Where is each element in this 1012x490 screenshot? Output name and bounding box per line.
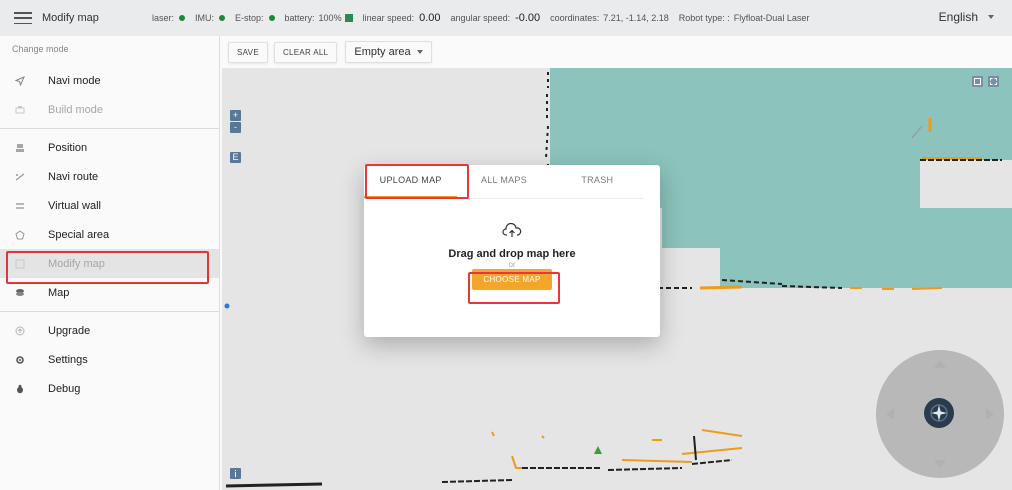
laser-status: laser: xyxy=(152,13,186,23)
estop-status: E-stop: xyxy=(235,13,275,23)
robot-type-value: Flyfloat-Dual Laser xyxy=(733,13,810,23)
battery-label: battery: xyxy=(284,13,315,23)
linear-speed-status: linear speed: 0.00 xyxy=(363,12,441,24)
imu-ok-indicator xyxy=(219,15,226,21)
sidebar-item-virtual-wall[interactable]: Virtual wall xyxy=(0,191,219,220)
language-value: English xyxy=(938,10,978,24)
tab-all-maps[interactable]: ALL MAPS xyxy=(457,165,550,198)
joystick-knob[interactable] xyxy=(924,398,954,428)
status-bar: laser: IMU: E-stop: battery: 100% linear… xyxy=(152,12,819,24)
battery-status: battery: 100% xyxy=(285,13,353,23)
sidebar-item-label: Special area xyxy=(48,228,110,241)
drop-zone[interactable]: Drag and drop map here or CHOOSE MAP xyxy=(364,199,660,337)
sidebar-item-position[interactable]: Position xyxy=(0,133,219,162)
edit-map-icon xyxy=(14,258,26,270)
sidebar-item-navi-route[interactable]: Navi route xyxy=(0,162,219,191)
sidebar-item-label: Settings xyxy=(48,353,88,366)
settings-icon xyxy=(14,354,26,366)
linear-speed-label: linear speed: xyxy=(362,13,415,23)
sidebar-item-modify-map[interactable]: Modify map xyxy=(0,249,219,278)
sidebar-item-label: Virtual wall xyxy=(48,199,101,212)
hamburger-menu-icon[interactable] xyxy=(14,11,32,25)
sidebar-item-settings[interactable]: Settings xyxy=(0,345,219,374)
sidebar-item-map[interactable]: Map xyxy=(0,278,219,307)
layers-icon[interactable] xyxy=(972,76,983,87)
save-button[interactable]: SAVE xyxy=(228,41,268,63)
clear-all-button[interactable]: CLEAR ALL xyxy=(273,41,338,63)
area-type-value: Empty area xyxy=(354,46,411,58)
battery-icon xyxy=(344,14,353,22)
chevron-down-icon xyxy=(988,15,994,19)
position-icon xyxy=(14,142,26,154)
sidebar-item-navi-mode[interactable]: Navi mode xyxy=(0,66,219,95)
laser-ok-indicator xyxy=(179,15,186,21)
angular-speed-status: angular speed: -0.00 xyxy=(451,12,541,24)
angular-speed-value: -0.00 xyxy=(515,12,541,24)
edit-map-tool-button[interactable]: E xyxy=(230,152,241,163)
sidebar-item-special-area[interactable]: Special area xyxy=(0,220,219,249)
compass-icon xyxy=(930,404,948,422)
linear-speed-value: 0.00 xyxy=(419,12,441,24)
sidebar-item-debug[interactable]: Debug xyxy=(0,374,219,403)
area-type-select[interactable]: Empty area xyxy=(345,41,432,63)
drop-zone-title: Drag and drop map here xyxy=(448,248,576,260)
choose-map-button[interactable]: CHOOSE MAP xyxy=(472,269,552,290)
coordinates-status: coordinates: 7.21, -1.14, 2.18 xyxy=(550,13,669,23)
tab-trash[interactable]: TRASH xyxy=(551,165,644,198)
page-title: Modify map xyxy=(42,12,99,24)
battery-value: 100% xyxy=(318,13,342,23)
estop-ok-indicator xyxy=(268,15,275,21)
robot-type-label: Robot type: : xyxy=(678,13,730,23)
sidebar-divider xyxy=(0,311,219,312)
angular-speed-label: angular speed: xyxy=(450,13,511,23)
route-icon xyxy=(14,171,26,183)
upgrade-icon xyxy=(14,325,26,337)
coordinates-value: 7.21, -1.14, 2.18 xyxy=(603,13,669,23)
robot-type-status: Robot type: : Flyfloat-Dual Laser xyxy=(679,13,810,23)
sidebar-item-label: Debug xyxy=(48,382,81,395)
zoom-out-button[interactable]: - xyxy=(230,122,241,133)
build-icon xyxy=(14,104,26,116)
zoom-in-button[interactable]: + xyxy=(230,110,241,121)
sidebar-item-label: Modify map xyxy=(48,257,105,270)
laser-label: laser: xyxy=(152,13,175,23)
sidebar-item-label: Build mode xyxy=(48,103,104,116)
navigation-arrow-icon xyxy=(14,75,26,87)
drop-zone-or: or xyxy=(508,260,516,269)
imu-label: IMU: xyxy=(195,13,215,23)
language-select[interactable]: English xyxy=(939,10,994,24)
sidebar-item-upgrade[interactable]: Upgrade xyxy=(0,316,219,345)
sidebar-divider xyxy=(0,128,219,129)
debug-icon xyxy=(14,383,26,395)
fullscreen-icon[interactable] xyxy=(988,76,999,87)
tab-upload-map[interactable]: UPLOAD MAP xyxy=(364,165,458,198)
sidebar-item-label: Position xyxy=(48,141,88,154)
cloud-upload-icon xyxy=(502,222,522,237)
upload-map-dialog: UPLOAD MAP ALL MAPS TRASH Drag and drop … xyxy=(364,165,660,337)
sidebar: Change mode Navi mode Build mode Positio… xyxy=(0,36,220,490)
map-toolbar: SAVE CLEAR ALL Empty area xyxy=(222,36,432,68)
area-icon xyxy=(14,229,26,241)
info-icon[interactable] xyxy=(230,468,241,479)
imu-status: IMU: xyxy=(195,13,226,23)
sidebar-item-label: Upgrade xyxy=(48,324,91,337)
change-mode-label: Change mode xyxy=(12,44,69,54)
map-icon xyxy=(14,287,26,299)
sidebar-item-build-mode[interactable]: Build mode xyxy=(0,95,219,124)
wall-icon xyxy=(14,200,26,212)
estop-label: E-stop: xyxy=(235,13,264,23)
sidebar-item-label: Navi route xyxy=(48,170,99,183)
dialog-tabs: UPLOAD MAP ALL MAPS TRASH xyxy=(364,165,644,199)
top-bar: Modify map laser: IMU: E-stop: battery: … xyxy=(0,0,1012,36)
coordinates-label: coordinates: xyxy=(550,13,600,23)
sidebar-item-label: Map xyxy=(48,286,70,299)
chevron-down-icon xyxy=(416,50,423,54)
sidebar-item-label: Navi mode xyxy=(48,74,101,87)
